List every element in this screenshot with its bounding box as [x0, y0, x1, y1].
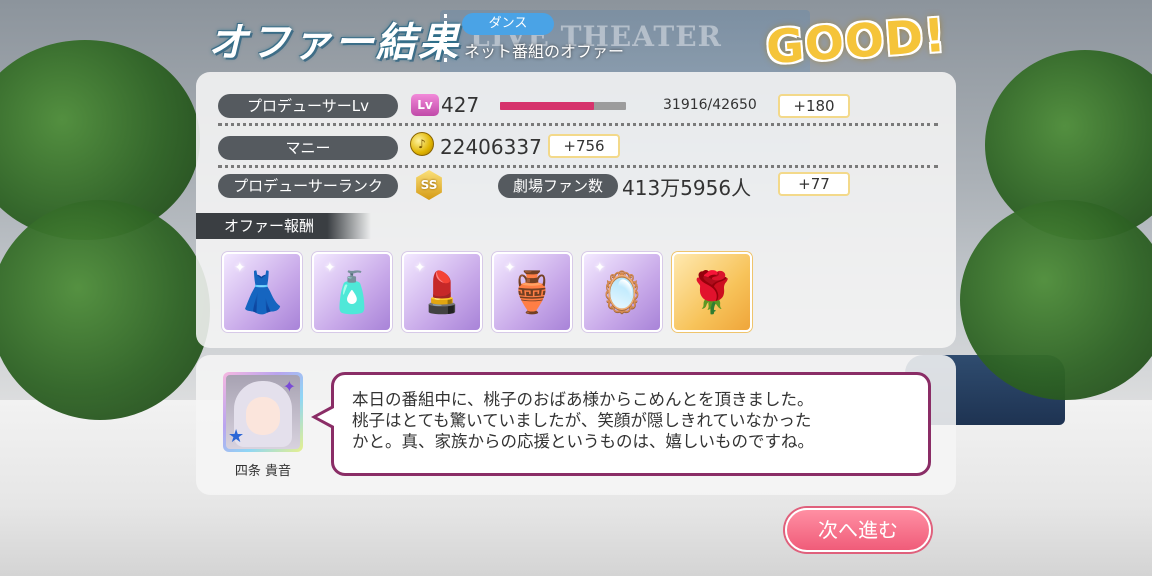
- xp-progress-bar: [500, 102, 626, 110]
- reward-item[interactable]: 💄 ✦: [402, 252, 482, 332]
- character-name: 四条 貴音: [234, 464, 292, 479]
- producer-lv-row: プロデューサーLv Lv 427 31916/42650 +180: [218, 93, 938, 126]
- offer-name: ネット番組のオファー: [464, 42, 625, 61]
- sparkle-icon: ✦: [504, 260, 516, 276]
- reward-item[interactable]: 🌹: [672, 252, 752, 332]
- speech-bubble-tail-inner: [317, 408, 334, 426]
- producer-lv-value: 427: [441, 93, 480, 117]
- sparkle-icon: ✦: [234, 260, 246, 276]
- reward-item[interactable]: 🪞 ✦: [582, 252, 662, 332]
- avatar-portrait: ★ ✦: [226, 375, 300, 449]
- row-divider: [218, 123, 938, 126]
- results-panel: プロデューサーLv Lv 427 31916/42650 +180 マニー ♪ …: [196, 72, 956, 348]
- rewards-header: オファー報酬: [196, 213, 371, 239]
- money-row: マニー ♪ 22406337 +756: [218, 132, 938, 168]
- fans-gain: +77: [778, 172, 850, 196]
- dialog-line: 本日の番組中に、桃子のおばあ様からこめんとを頂きました。: [352, 390, 814, 409]
- row-divider: [218, 165, 938, 168]
- xp-progress-fill: [500, 102, 595, 110]
- star-icon: ★: [228, 426, 245, 447]
- theater-fans-value: 413万5956人: [622, 176, 752, 200]
- theater-fans-label: 劇場ファン数: [498, 174, 618, 198]
- reward-item[interactable]: 👗 ✦: [222, 252, 302, 332]
- sparkle-icon: ✦: [282, 377, 296, 396]
- coin-icon: ♪: [410, 132, 434, 156]
- sparkle-icon: ✦: [594, 260, 606, 276]
- money-value: 22406337: [440, 135, 542, 159]
- next-button[interactable]: 次へ進む: [785, 508, 931, 552]
- money-label: マニー: [218, 136, 398, 160]
- title-divider: [444, 14, 447, 62]
- reward-item[interactable]: 🧴 ✦: [312, 252, 392, 332]
- xp-text: 31916/42650: [663, 97, 757, 113]
- rose-icon: 🌹: [687, 269, 737, 316]
- sparkle-icon: ✦: [414, 260, 426, 276]
- genre-badge: ダンス: [462, 13, 554, 35]
- level-icon: Lv: [411, 94, 439, 116]
- producer-lv-gain: +180: [778, 94, 850, 118]
- character-avatar[interactable]: ★ ✦: [223, 372, 303, 452]
- dialog-panel: ★ ✦ 四条 貴音 本日の番組中に、桃子のおばあ様からこめんとを頂きました。 桃…: [196, 355, 956, 495]
- rank-badge-icon: SS: [416, 170, 442, 200]
- rank-row: プロデューサーランク SS 劇場ファン数 413万5956人 +77: [218, 170, 938, 200]
- sparkle-icon: ✦: [324, 260, 336, 276]
- page-title: オファー結果: [208, 20, 460, 66]
- plant-left-bottom: [0, 200, 210, 420]
- producer-rank-label: プロデューサーランク: [218, 174, 398, 198]
- dialog-line: かと。真、家族からの応援というものは、嬉しいものですね。: [352, 432, 814, 451]
- dialog-line: 桃子はとても驚いていましたが、笑顔が隠しきれていなかった: [352, 411, 812, 430]
- speech-bubble: 本日の番組中に、桃子のおばあ様からこめんとを頂きました。 桃子はとても驚いていま…: [331, 372, 931, 476]
- avatar-face: [246, 397, 280, 435]
- producer-lv-label: プロデューサーLv: [218, 94, 398, 118]
- money-gain: +756: [548, 134, 620, 158]
- reward-item[interactable]: 🏺 ✦: [492, 252, 572, 332]
